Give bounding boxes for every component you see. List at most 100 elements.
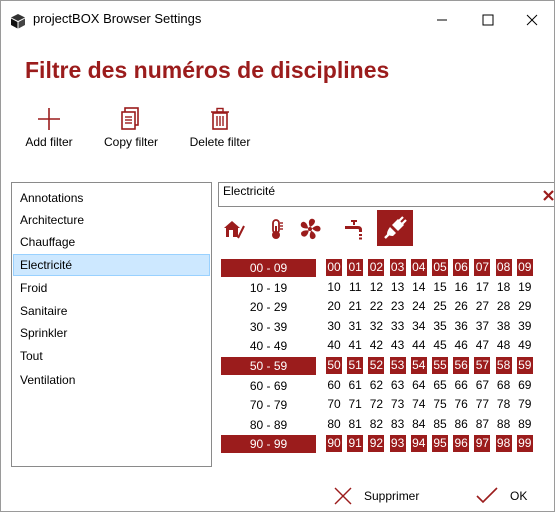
number-cell[interactable]: 72 (368, 396, 384, 413)
number-cell[interactable]: 96 (453, 435, 470, 452)
range-item[interactable]: 00 - 09 (221, 259, 316, 277)
number-cell[interactable]: 82 (368, 416, 384, 433)
number-cell[interactable]: 52 (368, 357, 385, 374)
range-item[interactable]: 40 - 49 (221, 337, 316, 355)
category-electricity-button[interactable] (377, 210, 413, 246)
number-cell[interactable]: 69 (517, 377, 533, 394)
ok-button[interactable]: OK (476, 480, 527, 511)
number-cell[interactable]: 60 (326, 377, 342, 394)
number-cell[interactable]: 77 (474, 396, 490, 413)
number-cell[interactable]: 84 (411, 416, 427, 433)
number-cell[interactable]: 18 (496, 279, 512, 296)
number-cell[interactable]: 38 (496, 318, 512, 335)
filter-item-froid[interactable]: Froid (13, 277, 210, 299)
number-cell[interactable]: 46 (453, 337, 469, 354)
number-cell[interactable]: 02 (368, 259, 385, 276)
number-cell[interactable]: 70 (326, 396, 342, 413)
number-cell[interactable]: 31 (347, 318, 363, 335)
number-cell[interactable]: 73 (390, 396, 406, 413)
number-cell[interactable]: 25 (432, 298, 448, 315)
number-cell[interactable]: 94 (410, 435, 427, 452)
category-sanitary-button[interactable] (341, 216, 367, 242)
number-cell[interactable]: 29 (517, 298, 533, 315)
number-cell[interactable]: 88 (496, 416, 512, 433)
number-cell[interactable]: 85 (432, 416, 448, 433)
number-cell[interactable]: 03 (389, 259, 406, 276)
number-cell[interactable]: 42 (368, 337, 384, 354)
number-cell[interactable]: 86 (453, 416, 469, 433)
number-cell[interactable]: 80 (326, 416, 342, 433)
filter-item-sanitaire[interactable]: Sanitaire (13, 300, 210, 322)
number-cell[interactable]: 78 (496, 396, 512, 413)
number-cell[interactable]: 12 (368, 279, 384, 296)
number-cell[interactable]: 27 (474, 298, 490, 315)
range-item[interactable]: 50 - 59 (221, 357, 316, 375)
number-cell[interactable]: 34 (411, 318, 427, 335)
number-cell[interactable]: 68 (496, 377, 512, 394)
number-cell[interactable]: 41 (347, 337, 363, 354)
filter-list[interactable]: Annotations Architecture Chauffage Elect… (11, 182, 212, 467)
minimize-button[interactable] (419, 1, 465, 39)
number-cell[interactable]: 30 (326, 318, 342, 335)
number-cell[interactable]: 33 (390, 318, 406, 335)
number-cell[interactable]: 16 (453, 279, 469, 296)
range-item[interactable]: 70 - 79 (221, 396, 316, 414)
number-cell[interactable]: 87 (474, 416, 490, 433)
number-cell[interactable]: 51 (347, 357, 364, 374)
number-cell[interactable]: 15 (432, 279, 448, 296)
number-cell[interactable]: 01 (347, 259, 364, 276)
number-cell[interactable]: 49 (517, 337, 533, 354)
number-cell[interactable]: 06 (453, 259, 470, 276)
number-cell[interactable]: 04 (410, 259, 427, 276)
number-cell[interactable]: 67 (474, 377, 490, 394)
number-cell[interactable]: 11 (347, 279, 363, 296)
number-cell[interactable]: 98 (495, 435, 512, 452)
number-cell[interactable]: 32 (368, 318, 384, 335)
number-cell[interactable]: 62 (368, 377, 384, 394)
number-cell[interactable]: 44 (411, 337, 427, 354)
number-cell[interactable]: 81 (347, 416, 363, 433)
number-cell[interactable]: 92 (368, 435, 385, 452)
number-cell[interactable]: 21 (347, 298, 363, 315)
range-item[interactable]: 90 - 99 (221, 435, 316, 453)
filter-item-ventilation[interactable]: Ventilation (13, 369, 210, 391)
filter-item-chauffage[interactable]: Chauffage (13, 231, 210, 253)
add-filter-button[interactable]: Add filter (22, 107, 76, 149)
title-bar[interactable]: projectBOX Browser Settings (1, 1, 554, 39)
number-cell[interactable]: 05 (432, 259, 448, 276)
number-cell[interactable]: 23 (390, 298, 406, 315)
number-cell[interactable]: 37 (474, 318, 490, 335)
number-cell[interactable]: 64 (411, 377, 427, 394)
range-item[interactable]: 10 - 19 (221, 279, 316, 297)
maximize-button[interactable] (465, 1, 511, 39)
number-cell[interactable]: 59 (516, 357, 533, 374)
number-cell[interactable]: 53 (389, 357, 406, 374)
number-cell[interactable]: 66 (453, 377, 469, 394)
number-cell[interactable]: 93 (389, 435, 406, 452)
filter-item-tout[interactable]: Tout (13, 345, 210, 367)
number-cell[interactable]: 36 (453, 318, 469, 335)
number-cell[interactable]: 48 (496, 337, 512, 354)
number-cell[interactable]: 63 (390, 377, 406, 394)
number-cell[interactable]: 74 (411, 396, 427, 413)
number-cell[interactable]: 76 (453, 396, 469, 413)
number-cell[interactable]: 56 (453, 357, 470, 374)
number-cell[interactable]: 95 (432, 435, 448, 452)
number-cell[interactable]: 20 (326, 298, 342, 315)
clear-icon[interactable] (542, 188, 555, 202)
number-cell[interactable]: 40 (326, 337, 342, 354)
number-cell[interactable]: 28 (496, 298, 512, 315)
filter-name-field[interactable]: Electricité (218, 182, 555, 207)
number-cell[interactable]: 58 (495, 357, 512, 374)
number-cell[interactable]: 79 (517, 396, 533, 413)
filter-item-architecture[interactable]: Architecture (13, 209, 210, 231)
number-cell[interactable]: 00 (326, 259, 342, 276)
number-cell[interactable]: 45 (432, 337, 448, 354)
filter-item-electricite[interactable]: Electricité (13, 254, 210, 276)
number-cell[interactable]: 39 (517, 318, 533, 335)
supprimer-button[interactable]: Supprimer (334, 480, 419, 511)
number-cell[interactable]: 35 (432, 318, 448, 335)
number-cell[interactable]: 50 (326, 357, 342, 374)
range-item[interactable]: 30 - 39 (221, 318, 316, 336)
category-ventilation-button[interactable] (297, 216, 323, 242)
